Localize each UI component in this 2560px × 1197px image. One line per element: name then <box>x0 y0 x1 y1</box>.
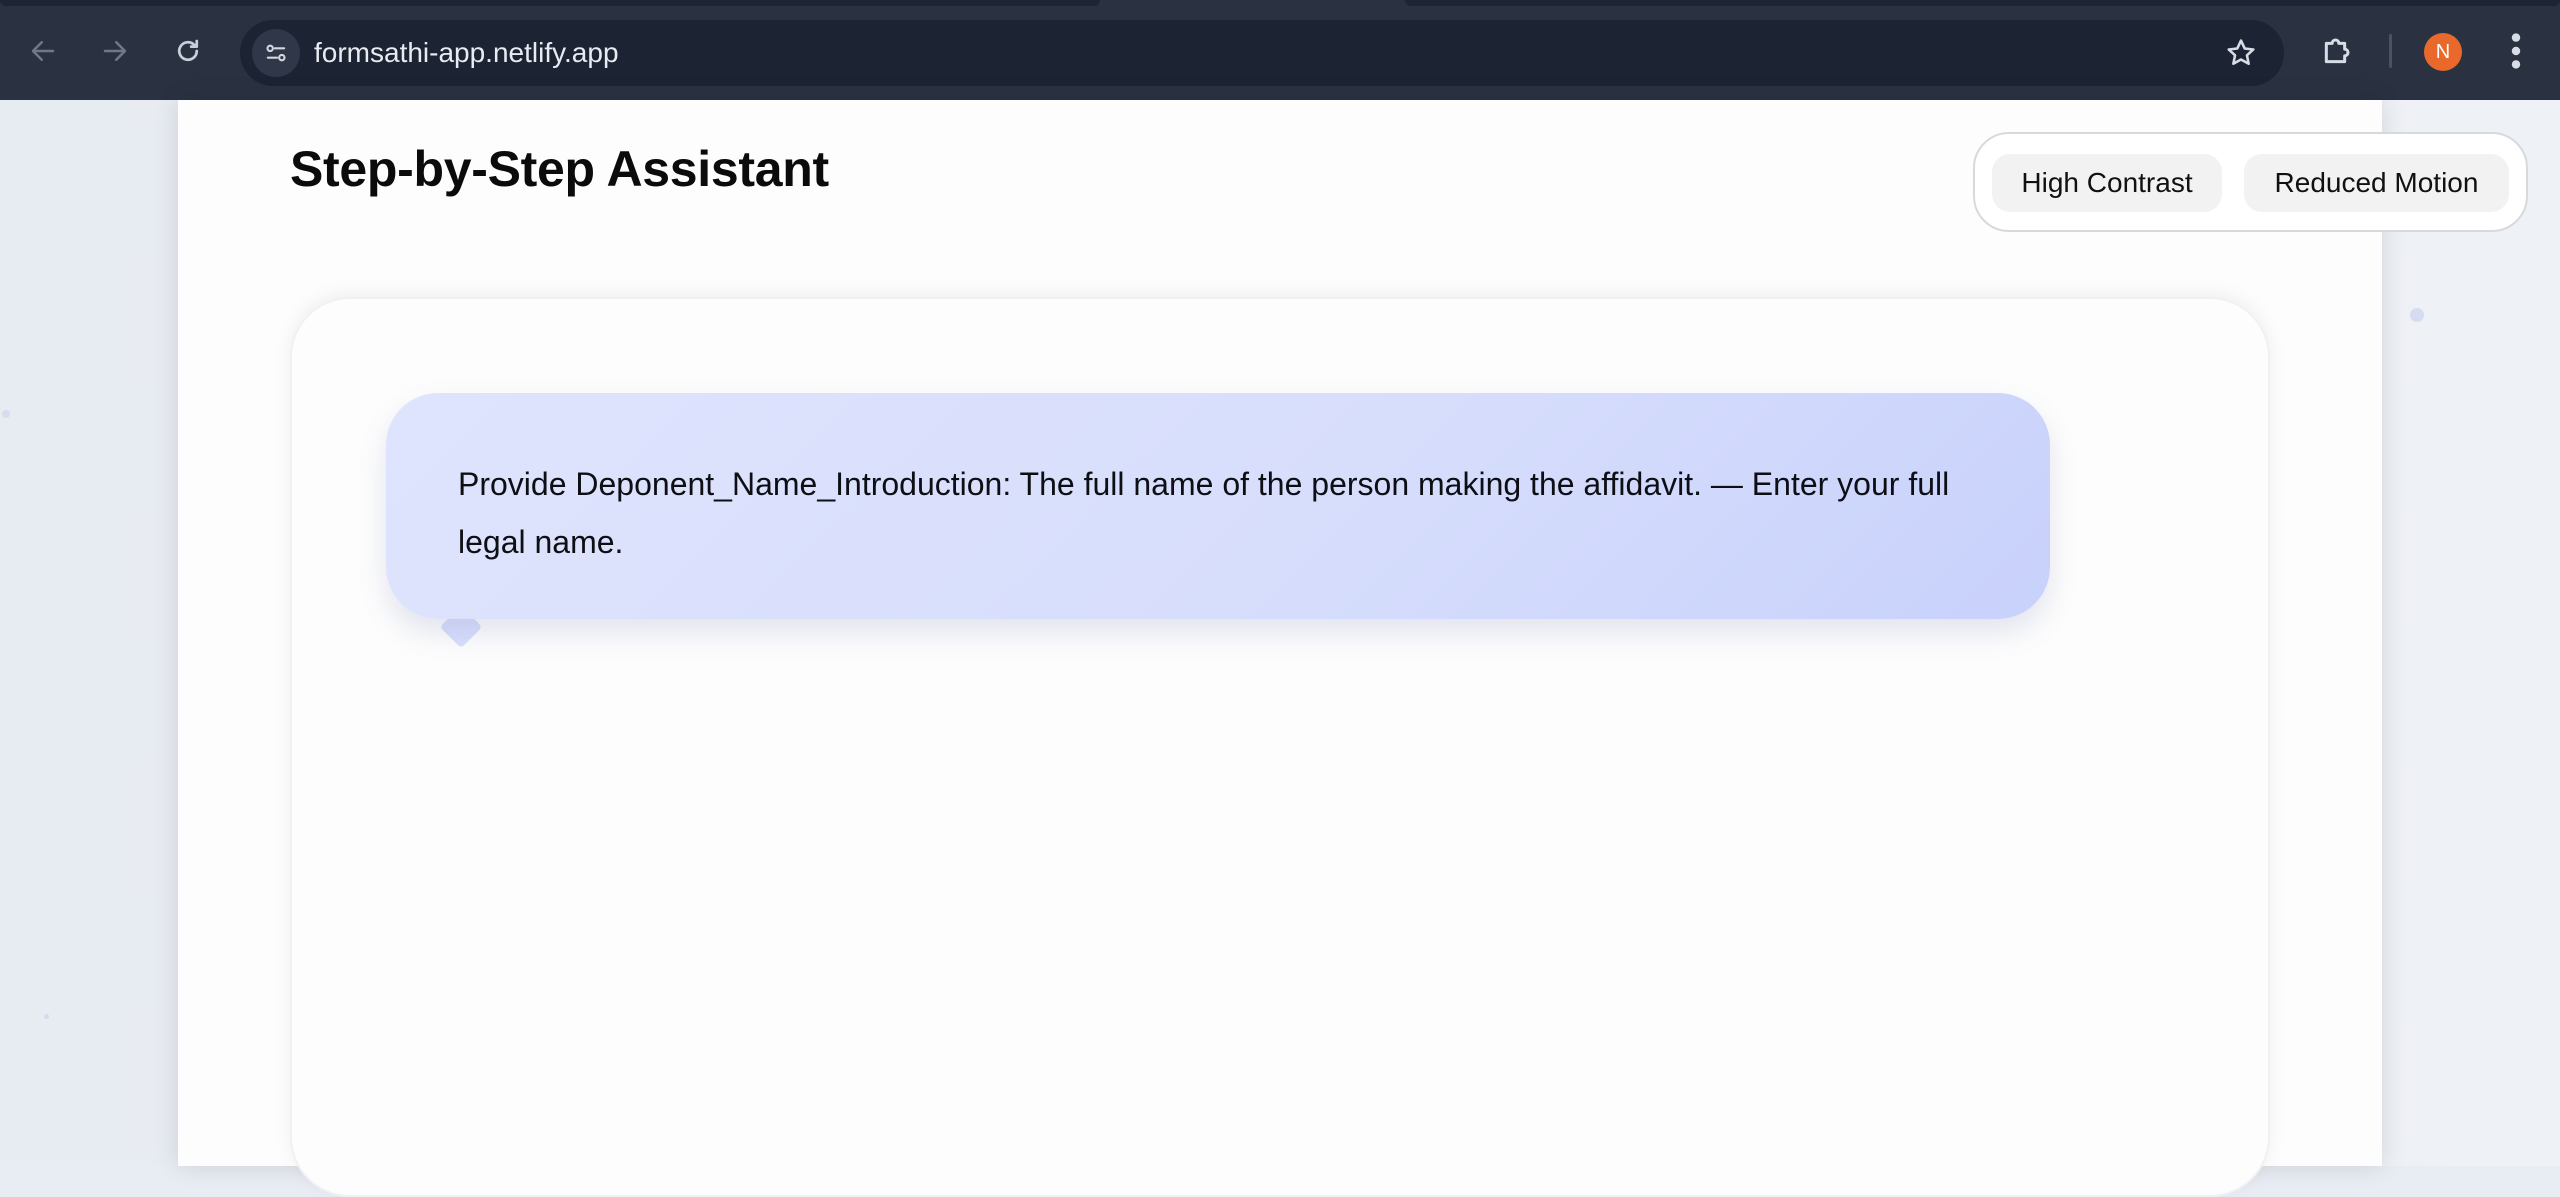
url-text[interactable]: formsathi-app.netlify.app <box>314 20 619 86</box>
assistant-prompt: Provide Deponent_Name_Introduction: The … <box>458 466 1950 560</box>
decorative-dot <box>44 1014 49 1019</box>
reload-button[interactable] <box>163 26 213 76</box>
high-contrast-button[interactable]: High Contrast <box>1992 154 2222 212</box>
browser-toolbar: formsathi-app.netlify.app N <box>0 0 2560 100</box>
decorative-dot <box>2410 308 2424 322</box>
back-arrow-icon <box>31 41 55 61</box>
assistant-speech-bubble: Provide Deponent_Name_Introduction: The … <box>386 393 2050 619</box>
reload-icon <box>177 39 199 62</box>
forward-button[interactable] <box>90 26 140 76</box>
tab-strip-edge <box>1405 0 2560 6</box>
page-title: Step-by-Step Assistant <box>290 141 829 197</box>
toolbar-divider <box>2389 34 2392 68</box>
forward-arrow-icon <box>103 41 127 61</box>
decorative-dot <box>2 410 10 418</box>
kebab-menu-icon[interactable] <box>2500 28 2532 74</box>
address-bar[interactable]: formsathi-app.netlify.app <box>240 20 2284 86</box>
back-button[interactable] <box>18 26 68 76</box>
site-settings-icon <box>266 44 286 62</box>
star-icon[interactable] <box>2224 36 2258 70</box>
accessibility-toggles: High Contrast Reduced Motion <box>1973 132 2528 232</box>
site-info-button[interactable] <box>252 29 300 77</box>
profile-avatar[interactable]: N <box>2424 33 2462 71</box>
reduced-motion-button[interactable]: Reduced Motion <box>2244 154 2509 212</box>
tab-strip-edge <box>0 0 1100 6</box>
puzzle-icon[interactable] <box>2318 30 2358 70</box>
